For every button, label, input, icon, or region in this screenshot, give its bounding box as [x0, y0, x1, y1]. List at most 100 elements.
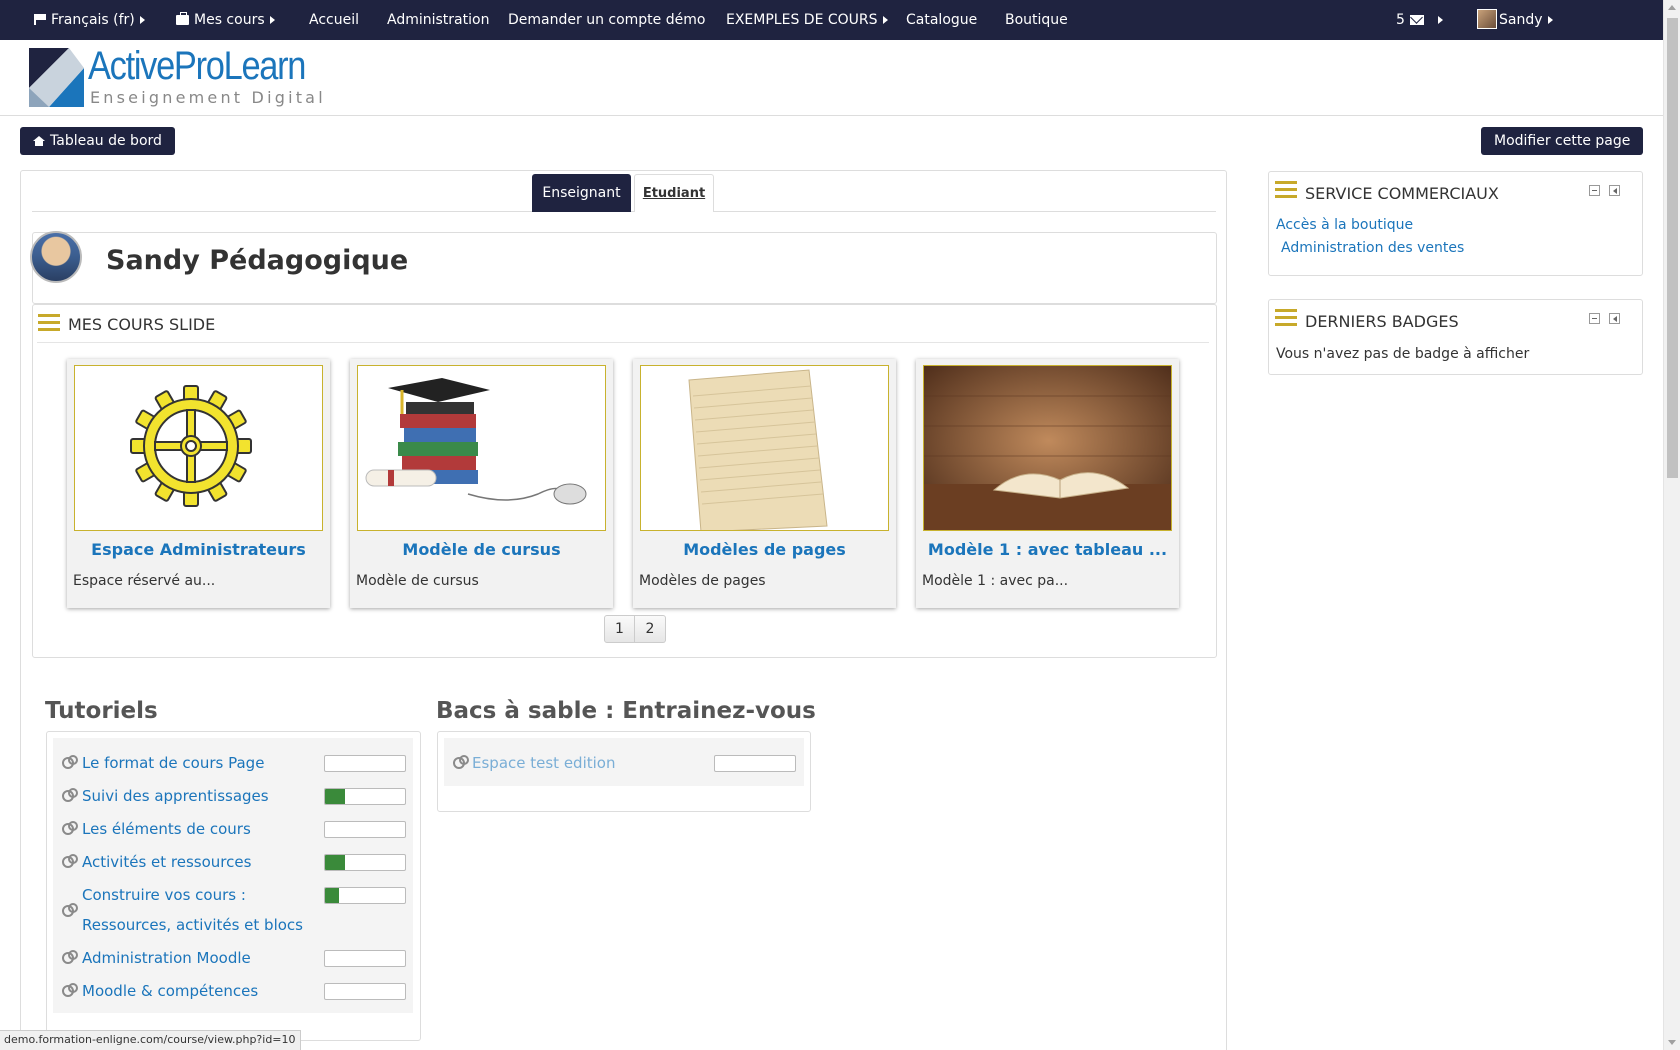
tutorial-link[interactable]: Suivi des apprentissages	[82, 787, 269, 805]
progress-bar	[324, 854, 406, 871]
messages-menu[interactable]: 5	[1396, 0, 1424, 40]
open-book-image	[923, 365, 1172, 531]
menu-icon	[1275, 309, 1297, 326]
user-menu[interactable]: Sandy	[1477, 0, 1553, 40]
course-icon	[61, 853, 78, 869]
home-icon	[33, 136, 45, 146]
user-avatar-small	[1477, 9, 1497, 29]
dashboard-label: Tableau de bord	[50, 133, 162, 149]
dock-icon[interactable]	[1609, 313, 1620, 324]
progress-fill	[325, 888, 339, 903]
latest-badges-block	[1268, 299, 1643, 375]
books-graduation-image	[357, 365, 606, 531]
menu-icon	[1275, 181, 1297, 198]
user-name: Sandy	[1499, 12, 1543, 28]
tutorial-link-line2[interactable]: Ressources, activités et blocs	[82, 916, 303, 934]
nav-link-accueil[interactable]: Accueil	[309, 0, 359, 40]
course-icon	[61, 787, 78, 803]
progress-bar	[324, 887, 406, 904]
nav-link-administration[interactable]: Administration	[387, 0, 489, 40]
briefcase-icon	[176, 12, 189, 25]
tutoriels-title: Tutoriels	[45, 698, 158, 724]
envelope-icon	[1409, 15, 1424, 25]
message-count: 5	[1396, 12, 1405, 28]
tab-enseignant[interactable]: Enseignant	[532, 174, 631, 212]
nav-link-boutique[interactable]: Boutique	[1005, 0, 1068, 40]
course-card-title[interactable]: Modèle de cursus	[350, 540, 613, 559]
progress-bar	[324, 788, 406, 805]
course-card-desc: Modèles de pages	[639, 573, 766, 589]
tutorial-link[interactable]: Les éléments de cours	[82, 820, 251, 838]
language-menu[interactable]: Français (fr)	[34, 0, 145, 40]
logo-subtitle: Enseignement Digital	[90, 88, 326, 107]
dock-icon[interactable]	[1609, 185, 1620, 196]
menu-icon	[38, 314, 60, 331]
course-icon	[61, 820, 78, 836]
minimize-icon[interactable]	[1589, 185, 1600, 196]
slide-block-divider	[37, 342, 1209, 343]
nav-link-demo-account[interactable]: Demander un compte démo	[508, 0, 705, 40]
caret-right-icon	[139, 16, 145, 24]
tutorial-link[interactable]: Activités et ressources	[82, 853, 251, 871]
status-bar-url: demo.formation-enligne.com/course/view.p…	[0, 1030, 301, 1050]
slide-pagination: 1 2	[604, 615, 666, 643]
dashboard-button[interactable]: Tableau de bord	[20, 127, 175, 155]
course-card[interactable]: Modèles de pages Modèles de pages	[633, 359, 896, 608]
sandbox-title: Bacs à sable : Entrainez-vous	[436, 698, 816, 724]
progress-bar	[324, 983, 406, 1000]
gear-image	[74, 365, 323, 531]
shop-access-link[interactable]: Accès à la boutique	[1276, 217, 1413, 233]
course-card-desc: Modèle de cursus	[356, 573, 479, 589]
my-courses-menu[interactable]: Mes cours	[176, 0, 275, 40]
slide-block-title: MES COURS SLIDE	[68, 315, 216, 334]
progress-fill	[325, 789, 345, 804]
course-card[interactable]: Espace Administrateurs Espace réservé au…	[67, 359, 330, 608]
logo-icon[interactable]	[29, 48, 84, 107]
progress-bar	[324, 821, 406, 838]
progress-fill	[325, 855, 345, 870]
scroll-up-arrow-icon[interactable]	[1668, 5, 1676, 10]
course-card-desc: Modèle 1 : avec pa...	[922, 573, 1069, 589]
tutorial-link-line1[interactable]: Construire vos cours :	[82, 886, 246, 904]
tutorial-link[interactable]: Administration Moodle	[82, 949, 251, 967]
language-label: Français (fr)	[51, 12, 135, 28]
page-1-button[interactable]: 1	[604, 615, 635, 643]
course-card[interactable]: Modèle 1 : avec tableau ... Modèle 1 : a…	[916, 359, 1179, 608]
no-badges-text: Vous n'avez pas de badge à afficher	[1276, 346, 1530, 362]
course-card-title[interactable]: Modèle 1 : avec tableau ...	[916, 540, 1179, 559]
course-icon	[452, 754, 469, 770]
paper-image	[640, 365, 889, 531]
commercial-block-title: SERVICE COMMERCIAUX	[1305, 184, 1499, 203]
my-courses-label: Mes cours	[194, 12, 265, 28]
course-icon	[61, 754, 78, 770]
caret-right-icon	[882, 16, 888, 24]
progress-bar	[714, 755, 796, 772]
progress-bar	[324, 755, 406, 772]
course-card[interactable]: Modèle de cursus Modèle de cursus	[350, 359, 613, 608]
edit-page-button[interactable]: Modifier cette page	[1481, 127, 1644, 155]
caret-right-icon	[269, 16, 275, 24]
tutorial-link[interactable]: Le format de cours Page	[82, 754, 264, 772]
sales-admin-link[interactable]: Administration des ventes	[1281, 240, 1464, 256]
scroll-down-arrow-icon[interactable]	[1668, 1040, 1676, 1045]
badges-block-title: DERNIERS BADGES	[1305, 312, 1459, 331]
site-header: ActiveProLearn Enseignement Digital	[0, 40, 1663, 116]
course-card-desc: Espace réservé au...	[73, 573, 216, 589]
course-icon	[61, 982, 78, 998]
notifications-caret[interactable]	[1433, 0, 1443, 40]
course-examples-label: EXEMPLES DE COURS	[726, 12, 878, 28]
tutorial-link[interactable]: Moodle & compétences	[82, 982, 258, 1000]
scrollbar-thumb[interactable]	[1667, 18, 1678, 478]
profile-avatar[interactable]	[30, 231, 82, 283]
minimize-icon[interactable]	[1589, 313, 1600, 324]
tab-etudiant[interactable]: Etudiant	[634, 174, 714, 212]
flag-icon	[34, 14, 46, 25]
course-card-title[interactable]: Modèles de pages	[633, 540, 896, 559]
course-card-title[interactable]: Espace Administrateurs	[67, 540, 330, 559]
nav-menu-course-examples[interactable]: EXEMPLES DE COURS	[726, 0, 888, 40]
page-scrollbar[interactable]	[1663, 0, 1680, 1050]
caret-right-icon	[1547, 16, 1553, 24]
nav-link-catalogue[interactable]: Catalogue	[906, 0, 977, 40]
page-2-button[interactable]: 2	[635, 615, 666, 643]
sandbox-link[interactable]: Espace test edition	[472, 754, 615, 772]
